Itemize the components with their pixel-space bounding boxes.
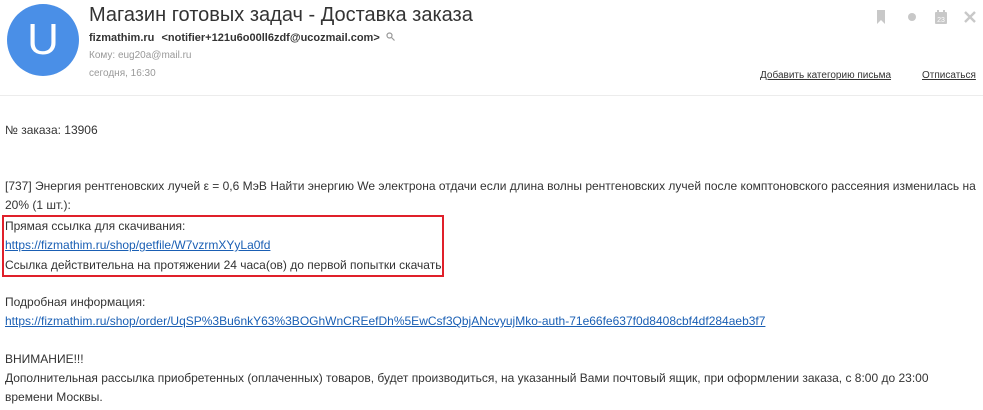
sender-line: fizmathim.ru <notifier+121u6o00ll6zdf@uc…	[89, 32, 395, 44]
unsubscribe-link[interactable]: Отписаться	[922, 70, 976, 81]
calendar-icon[interactable]: 23	[933, 9, 949, 25]
dot-icon[interactable]	[904, 9, 920, 25]
details-link-row: https://fizmathim.ru/shop/order/UqSP%3Bu…	[5, 312, 765, 330]
search-icon[interactable]	[386, 32, 395, 44]
recipient-label: Кому:	[89, 50, 116, 61]
sender-avatar: U	[7, 4, 79, 76]
sender-address[interactable]: <notifier+121u6o00ll6zdf@ucozmail.com>	[161, 32, 379, 44]
calendar-day: 23	[937, 17, 945, 24]
add-category-link[interactable]: Добавить категорию письма	[760, 70, 891, 81]
warning-text-line2: времени Москвы.	[5, 390, 103, 404]
details-label: Подробная информация:	[5, 295, 146, 309]
delete-icon[interactable]	[962, 9, 978, 25]
warning-title: ВНИМАНИЕ!!!	[5, 352, 84, 366]
item-description-line2: 20% (1 шт.):	[5, 198, 71, 212]
warning-text-line1: Дополнительная рассылка приобретенных (о…	[5, 371, 929, 385]
email-subject: Магазин готовых задач - Доставка заказа	[89, 4, 473, 26]
bookmark-icon[interactable]	[873, 9, 889, 25]
email-view: U Магазин готовых задач - Доставка заказ…	[0, 0, 983, 410]
header-divider	[0, 95, 983, 96]
email-date: сегодня, 16:30	[89, 68, 156, 79]
recipient-line: Кому: eug20a@mail.ru	[89, 50, 191, 61]
recipient-address[interactable]: eug20a@mail.ru	[118, 50, 192, 61]
header-toolbar: 23	[870, 9, 980, 27]
order-details-link[interactable]: https://fizmathim.ru/shop/order/UqSP%3Bu…	[5, 314, 765, 328]
highlight-annotation-box	[2, 215, 444, 277]
sender-name[interactable]: fizmathim.ru	[89, 32, 154, 44]
order-number: № заказа: 13906	[5, 123, 98, 137]
item-description-line1: [737] Энергия рентгеновских лучей ε = 0,…	[5, 179, 976, 193]
